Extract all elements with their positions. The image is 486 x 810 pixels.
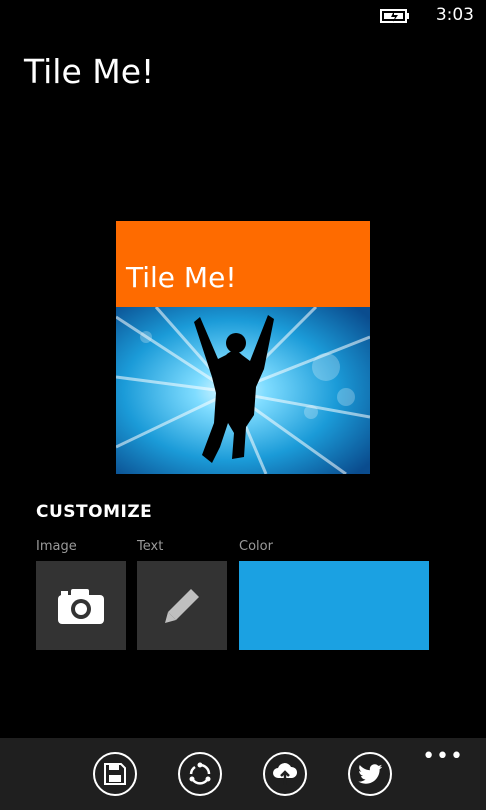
twitter-button[interactable] <box>348 752 392 796</box>
app-bar: ••• <box>0 738 486 810</box>
edit-text-button[interactable] <box>137 561 227 650</box>
pivot-header: image gif background <box>0 118 476 208</box>
battery-charging-icon <box>380 9 409 23</box>
camera-icon <box>58 588 104 624</box>
color-label: Color <box>239 539 273 554</box>
save-icon <box>104 763 126 785</box>
tile-header: Tile Me! <box>116 221 370 307</box>
status-bar: 3:03 <box>0 0 486 32</box>
color-picker-swatch[interactable] <box>239 561 429 650</box>
cloud-upload-icon <box>273 763 298 785</box>
sync-icon <box>189 762 211 785</box>
sync-button[interactable] <box>178 752 222 796</box>
pencil-icon <box>165 588 199 623</box>
image-label: Image <box>36 539 77 554</box>
tile-label: Tile Me! <box>126 261 237 294</box>
more-options-button[interactable]: ••• <box>422 744 464 769</box>
tile-preview: Tile Me! <box>116 221 370 474</box>
clock: 3:03 <box>435 5 474 25</box>
twitter-icon <box>358 764 382 784</box>
tile-background-image <box>116 307 370 474</box>
save-button[interactable] <box>93 752 137 796</box>
app-title: Tile Me! <box>24 52 155 91</box>
choose-image-button[interactable] <box>36 561 126 650</box>
customize-title: CUSTOMIZE <box>36 502 153 522</box>
text-label: Text <box>137 539 164 554</box>
cloud-upload-button[interactable] <box>263 752 307 796</box>
